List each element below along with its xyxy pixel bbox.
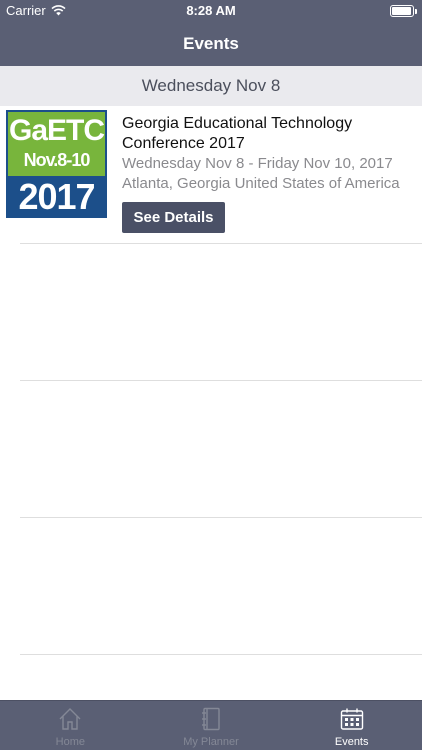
tab-events[interactable]: Events <box>281 701 422 750</box>
planner-icon <box>202 707 220 731</box>
status-bar: Carrier 8:28 AM <box>0 0 422 22</box>
calendar-icon <box>340 708 363 730</box>
battery-icon <box>390 5 417 17</box>
see-details-button[interactable]: See Details <box>122 202 225 233</box>
event-dates: Wednesday Nov 8 - Friday Nov 10, 2017 <box>122 155 393 172</box>
tab-my-planner[interactable]: My Planner <box>141 701 282 750</box>
tab-label: Events <box>334 736 369 748</box>
navigation-bar: Carrier 8:28 AM Events <box>0 0 422 66</box>
logo-text-year: 2017 <box>18 176 95 217</box>
home-icon <box>59 708 81 730</box>
list-divider <box>20 243 422 244</box>
list-divider <box>20 517 422 518</box>
tab-bar: Home My Planner Events <box>0 700 422 750</box>
tab-label: My Planner <box>183 736 239 748</box>
date-section-header: Wednesday Nov 8 <box>0 66 422 106</box>
list-divider <box>20 380 422 381</box>
tab-label: Home <box>55 736 85 748</box>
event-list-item[interactable]: GaETC Nov.8-10 2017 Georgia Educational … <box>0 106 422 243</box>
tab-home[interactable]: Home <box>0 701 141 750</box>
event-title: Georgia Educational Technology Conferenc… <box>122 115 353 152</box>
page-title: Events <box>183 34 239 53</box>
clock: 8:28 AM <box>186 3 236 18</box>
event-logo: GaETC Nov.8-10 2017 <box>6 110 107 218</box>
event-location: Atlanta, Georgia United States of Americ… <box>122 175 400 192</box>
logo-text-dates: Nov.8-10 <box>23 150 91 170</box>
list-divider <box>20 654 422 655</box>
logo-text-name: GaETC <box>8 114 105 147</box>
